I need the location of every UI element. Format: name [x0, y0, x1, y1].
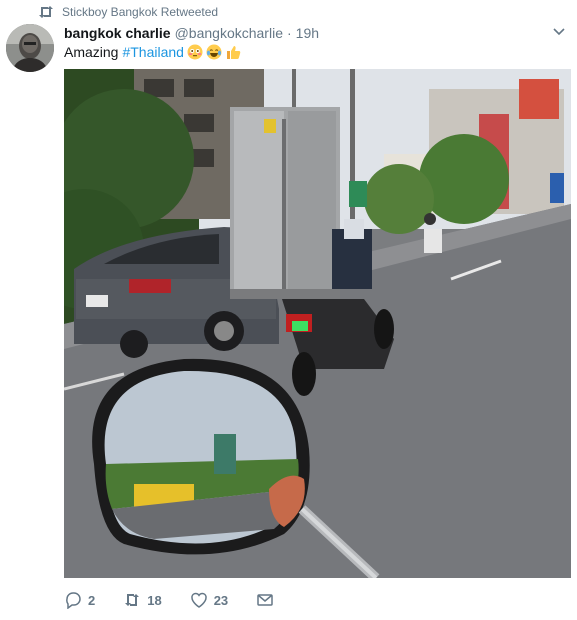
timestamp[interactable]: 19h: [296, 25, 319, 41]
heart-icon: [190, 592, 207, 608]
flushed-face-emoji: [187, 44, 203, 60]
retweet-icon: [125, 594, 140, 606]
like-button[interactable]: 23: [190, 591, 228, 609]
reply-icon: [66, 592, 81, 609]
tweet-header: bangkok charlie @bangkokcharlie · 19h: [64, 23, 567, 43]
hashtag-link[interactable]: #Thailand: [122, 44, 184, 60]
avatar[interactable]: [6, 24, 54, 72]
separator-dot: ·: [286, 25, 292, 41]
retweet-context[interactable]: Stickboy Bangkok Retweeted: [38, 4, 218, 20]
tweet-text: Amazing #Thailand: [64, 42, 241, 62]
thumbs-up-emoji: [225, 44, 241, 60]
retweet-button[interactable]: 18: [123, 591, 162, 609]
chevron-down-icon[interactable]: [551, 25, 567, 39]
envelope-icon: [257, 594, 273, 606]
like-count: 23: [213, 592, 229, 608]
tears-of-joy-emoji: [206, 44, 222, 60]
retweet-icon: [38, 5, 54, 19]
reply-button[interactable]: 2: [64, 591, 95, 609]
tweet-photo[interactable]: [64, 69, 571, 578]
direct-message-button[interactable]: [256, 591, 280, 609]
user-handle[interactable]: @bangkokcharlie: [175, 25, 283, 41]
retweet-count: 18: [147, 592, 162, 608]
tweet-text-body: Amazing: [64, 44, 119, 60]
retweet-context-text: Stickboy Bangkok Retweeted: [62, 5, 219, 19]
reply-count: 2: [88, 592, 96, 608]
tweet-actions: 2 18 23: [64, 588, 308, 612]
display-name[interactable]: bangkok charlie: [64, 25, 171, 41]
